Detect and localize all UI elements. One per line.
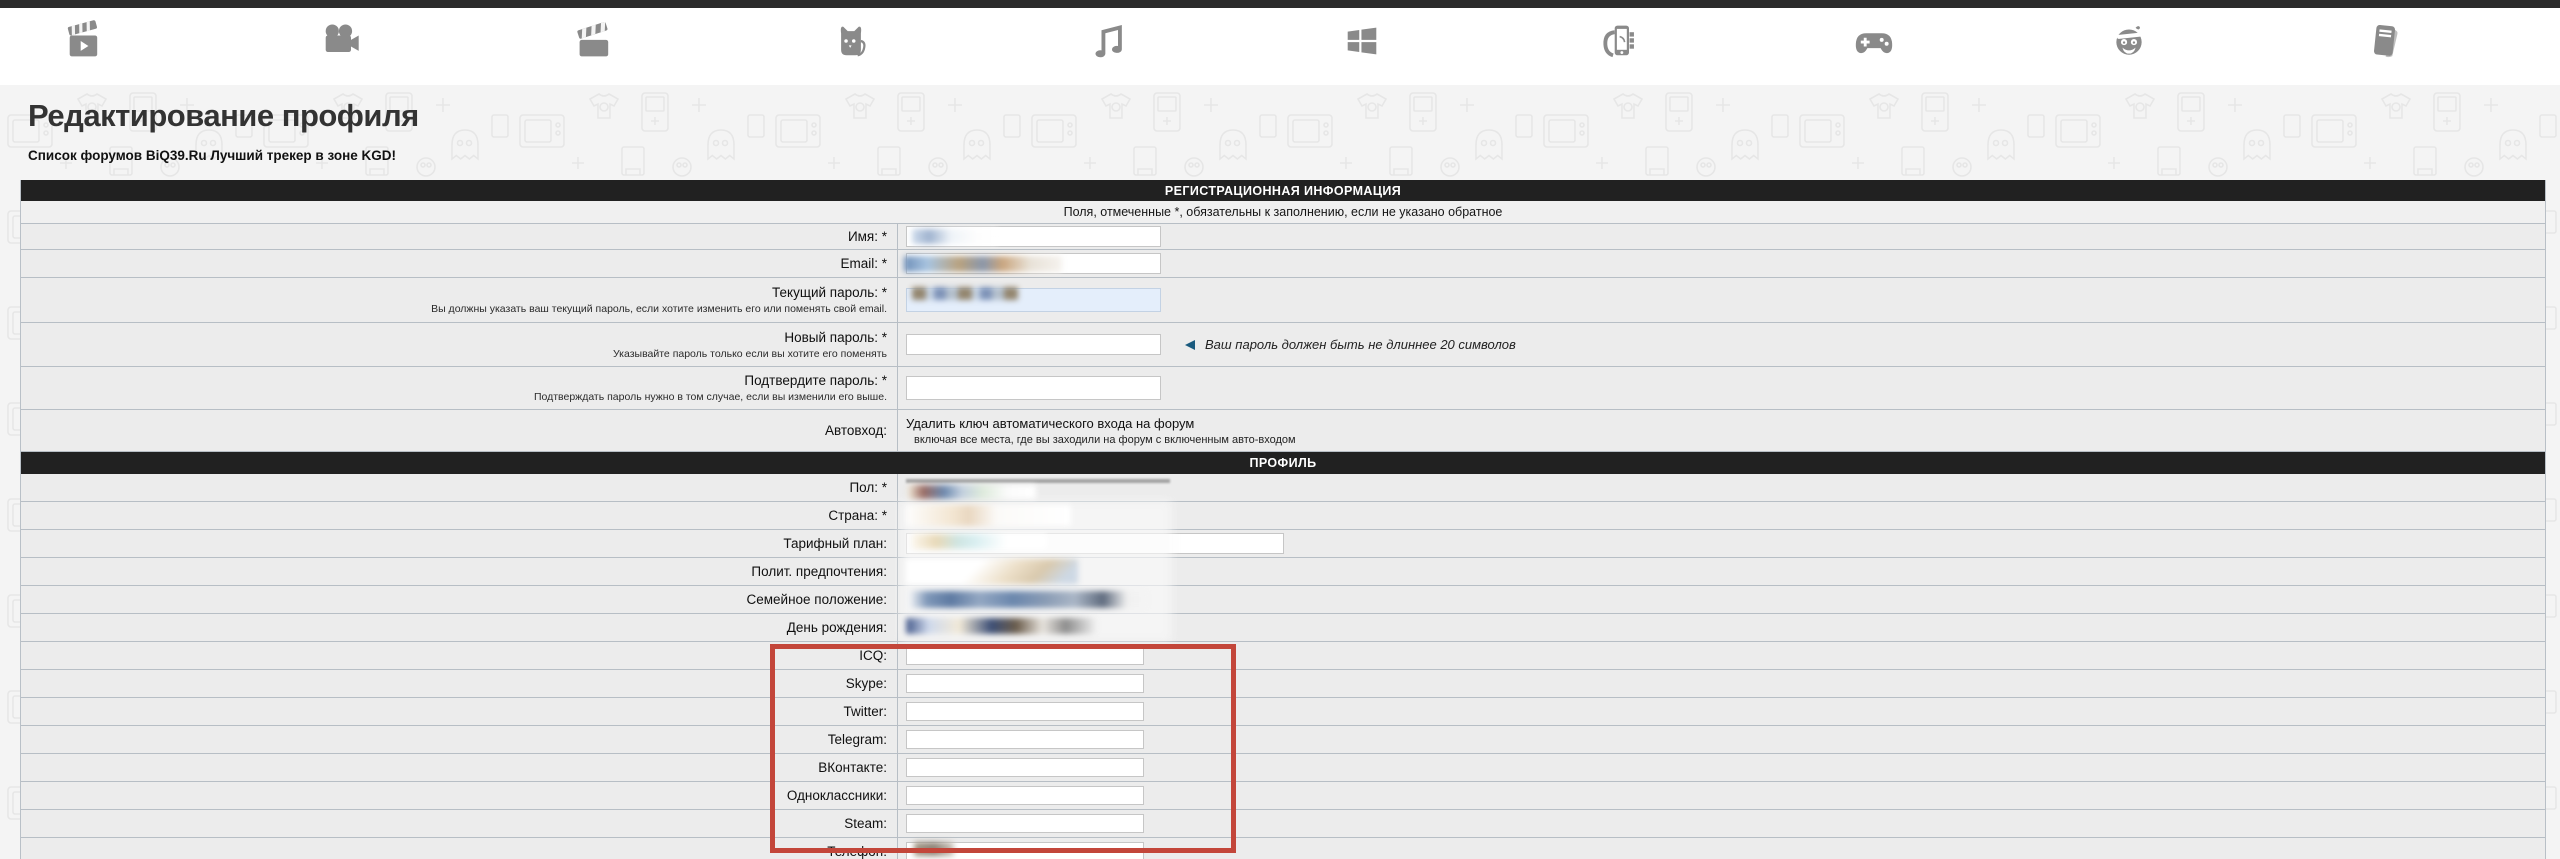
film-slate-icon[interactable] — [572, 18, 618, 64]
new-password-input[interactable] — [906, 334, 1161, 355]
smiley-headband-icon[interactable] — [2106, 18, 2152, 64]
redacted-country-value — [906, 505, 1071, 526]
profile-edit-table: РЕГИСТРАЦИОННАЯ ИНФОРМАЦИЯ Поля, отмечен… — [20, 180, 2546, 859]
name-row: Имя: * — [21, 224, 2545, 250]
autologin-label: Автовход: — [825, 423, 887, 438]
delete-autologin-key-link[interactable]: Удалить ключ автоматического входа на фо… — [906, 416, 1296, 431]
cat-icon[interactable] — [828, 18, 874, 64]
page-title: Редактирование профиля — [28, 98, 419, 134]
redacted-gender-value — [908, 485, 1036, 499]
confirm-password-label: Подтвердите пароль: * — [744, 373, 887, 388]
icq-row: ICQ: — [21, 642, 2545, 670]
political-label: Полит. предпочтения: — [751, 564, 887, 579]
birthday-row: День рождения: — [21, 614, 2545, 642]
steam-row: Steam: — [21, 810, 2545, 838]
telegram-input[interactable] — [906, 730, 1144, 749]
gamepad-icon[interactable] — [1851, 18, 1897, 64]
new-password-row: Новый пароль: * Указывайте пароль только… — [21, 323, 2545, 367]
phone-in-hand-icon[interactable] — [1595, 18, 1641, 64]
current-password-label: Текущий пароль: * — [772, 285, 887, 300]
vk-row: ВКонтакте: — [21, 754, 2545, 782]
gender-row: Пол: * — [21, 474, 2545, 502]
new-password-sublabel: Указывайте пароль только если вы хотите … — [613, 348, 887, 360]
phone-row: Телефон: — [21, 838, 2545, 859]
registration-section-header: РЕГИСТРАЦИОННАЯ ИНФОРМАЦИЯ — [21, 180, 2545, 201]
marital-row: Семейное положение: — [21, 586, 2545, 614]
icq-input[interactable] — [906, 646, 1144, 665]
redacted-gender-bar — [906, 479, 1170, 483]
odnoklassniki-input[interactable] — [906, 786, 1144, 805]
autologin-row: Автовход: Удалить ключ автоматического в… — [21, 410, 2545, 452]
birthday-label: День рождения: — [787, 620, 887, 635]
phone-label: Телефон: — [827, 844, 887, 859]
country-row: Страна: * — [21, 502, 2545, 530]
skype-row: Skype: — [21, 670, 2545, 698]
redacted-political-value — [906, 559, 1078, 584]
email-label: Email: * — [840, 256, 887, 271]
email-row: Email: * — [21, 250, 2545, 278]
confirm-password-input[interactable] — [906, 376, 1161, 400]
registration-section-title: РЕГИСТРАЦИОННАЯ ИНФОРМАЦИЯ — [1165, 184, 1401, 198]
redacted-phone-value — [914, 842, 954, 856]
gender-label: Пол: * — [849, 480, 887, 495]
current-password-row: Текущий пароль: * Вы должны указать ваш … — [21, 278, 2545, 323]
vk-label: ВКонтакте: — [818, 760, 887, 775]
banner: Редактирование профиля Список форумов Bi… — [28, 98, 419, 163]
top-strip — [0, 0, 2560, 8]
left-arrow-icon — [1185, 340, 1195, 350]
redacted-password-value — [912, 287, 1018, 300]
redacted-email-value — [904, 256, 1062, 272]
autologin-hint: включая все места, где вы заходили на фо… — [914, 434, 1296, 446]
telegram-row: Telegram: — [21, 726, 2545, 754]
clapperboard-icon[interactable] — [61, 18, 107, 64]
windows-icon[interactable] — [1339, 18, 1385, 64]
tariff-label: Тарифный план: — [783, 536, 887, 551]
redacted-name-value — [912, 229, 998, 244]
new-password-label: Новый пароль: * — [784, 330, 887, 345]
political-row: Полит. предпочтения: — [21, 558, 2545, 586]
odnoklassniki-label: Одноклассники: — [787, 788, 887, 803]
twitter-input[interactable] — [906, 702, 1144, 721]
category-icon-bar — [0, 8, 2560, 85]
name-label: Имя: * — [848, 229, 887, 244]
notebook-icon[interactable] — [2362, 18, 2408, 64]
twitter-label: Twitter: — [843, 704, 887, 719]
confirm-password-sublabel: Подтверждать пароль нужно в том случае, … — [534, 391, 887, 403]
video-camera-icon[interactable] — [317, 18, 363, 64]
marital-label: Семейное положение: — [746, 592, 887, 607]
profile-section-header: ПРОФИЛЬ — [21, 452, 2545, 474]
telegram-label: Telegram: — [828, 732, 887, 747]
vk-input[interactable] — [906, 758, 1144, 777]
skype-input[interactable] — [906, 674, 1144, 693]
odnoklassniki-row: Одноклассники: — [21, 782, 2545, 810]
profile-section-title: ПРОФИЛЬ — [1249, 456, 1316, 470]
password-length-note: Ваш пароль должен быть не длиннее 20 сим… — [1185, 337, 1516, 352]
confirm-password-row: Подтвердите пароль: * Подтверждать парол… — [21, 367, 2545, 410]
password-length-note-text: Ваш пароль должен быть не длиннее 20 сим… — [1205, 337, 1516, 352]
tariff-row: Тарифный план: — [21, 530, 2545, 558]
required-fields-note: Поля, отмеченные *, обязательны к заполн… — [1064, 205, 1503, 219]
steam-label: Steam: — [844, 816, 887, 831]
redacted-marital-value — [908, 591, 1146, 608]
page-subtitle: Список форумов BiQ39.Ru Лучший трекер в … — [28, 148, 419, 163]
music-notes-icon[interactable] — [1084, 18, 1130, 64]
redacted-tariff-value — [912, 534, 1047, 549]
redacted-birthday-value — [906, 618, 1096, 634]
current-password-sublabel: Вы должны указать ваш текущий пароль, ес… — [431, 303, 887, 315]
twitter-row: Twitter: — [21, 698, 2545, 726]
country-label: Страна: * — [828, 508, 887, 523]
icq-label: ICQ: — [859, 648, 887, 663]
steam-input[interactable] — [906, 814, 1144, 833]
skype-label: Skype: — [846, 676, 887, 691]
required-fields-note-row: Поля, отмеченные *, обязательны к заполн… — [21, 201, 2545, 224]
